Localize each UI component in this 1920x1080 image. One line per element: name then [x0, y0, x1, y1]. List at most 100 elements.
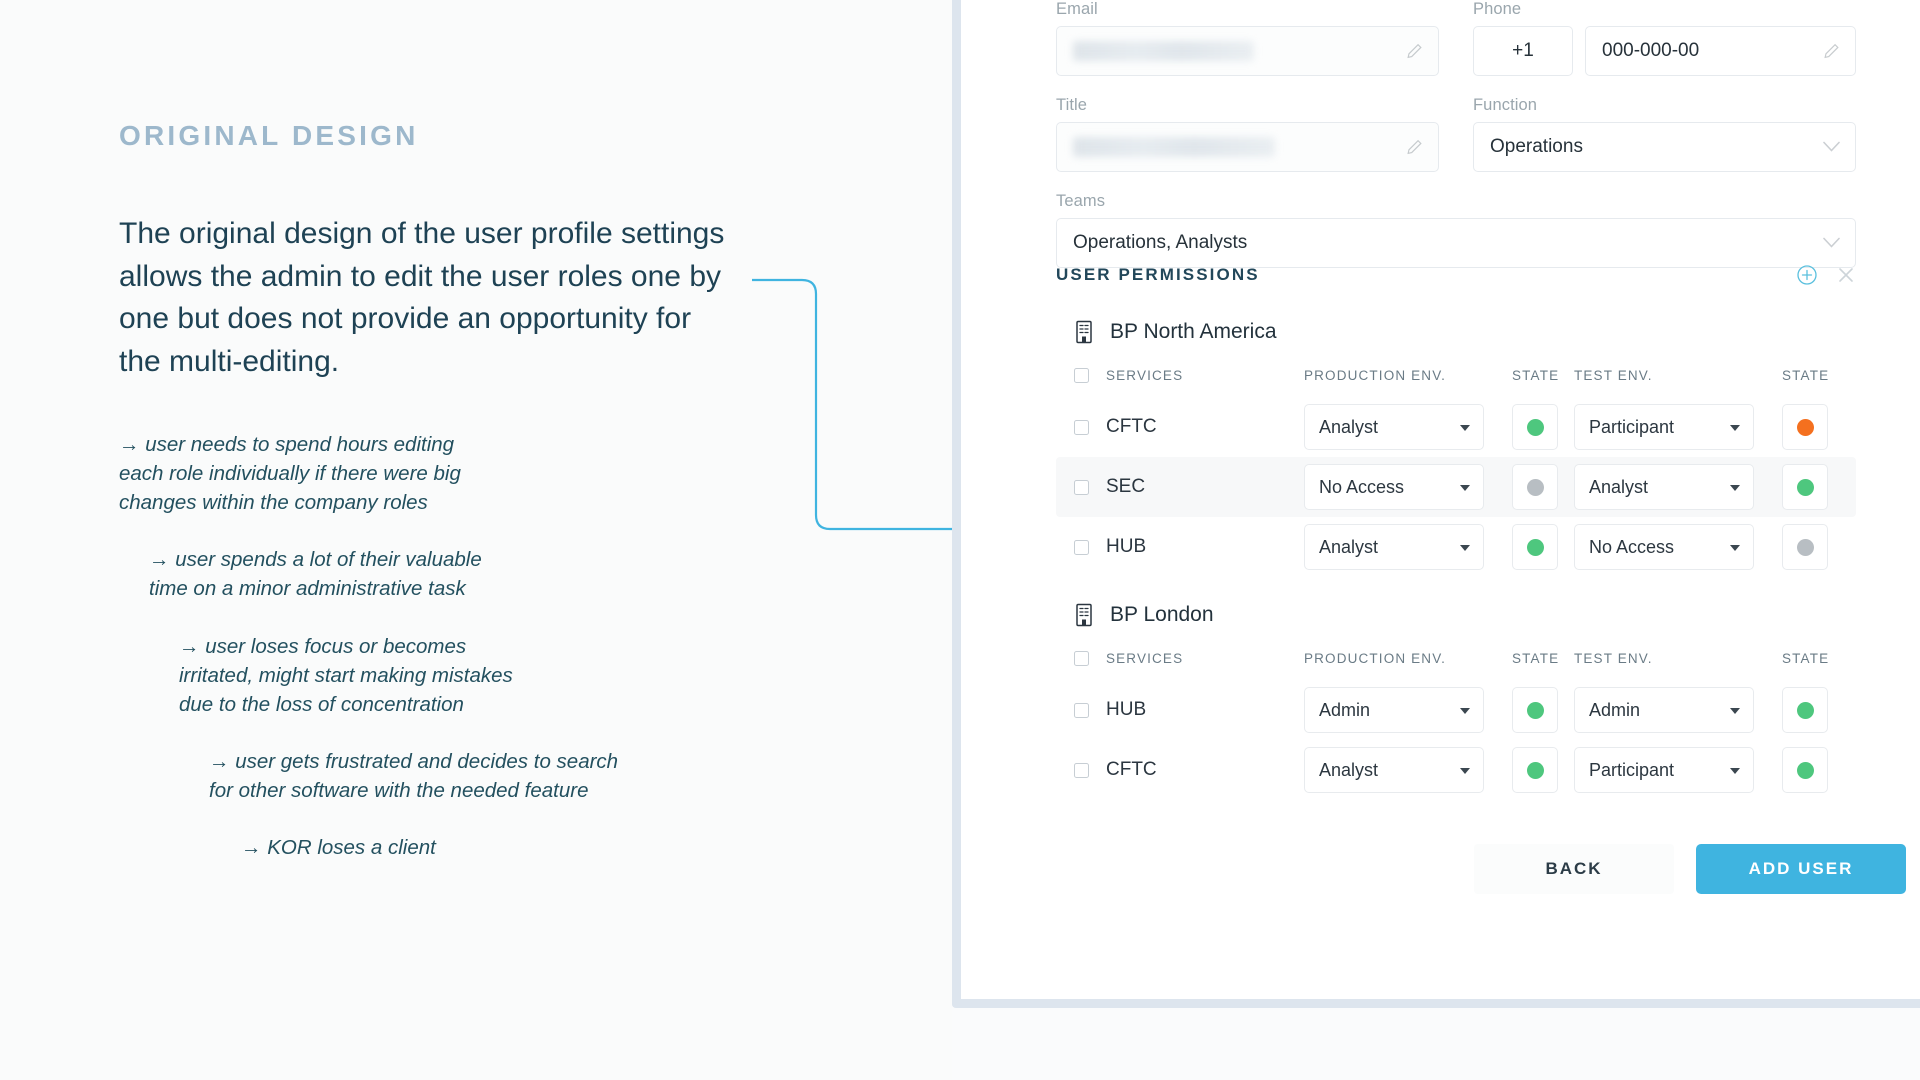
user-permissions-section: USER PERMISSIONS BP North America SERVIC…: [1056, 264, 1856, 800]
column-services-label: SERVICES: [1106, 651, 1184, 666]
organization-header: BP North America: [1074, 320, 1856, 344]
function-label: Function: [1473, 96, 1538, 114]
row-checkbox[interactable]: [1074, 762, 1089, 778]
caret-down-icon: [1730, 545, 1740, 551]
teams-select[interactable]: Operations, Analysts: [1056, 218, 1856, 268]
test-state-indicator: [1782, 464, 1828, 510]
row-checkbox[interactable]: [1074, 479, 1089, 495]
caret-down-icon: [1460, 545, 1470, 551]
column-production-state: STATE: [1512, 368, 1560, 383]
test-state-indicator: [1782, 747, 1828, 793]
select-all-checkbox[interactable]: [1074, 651, 1089, 666]
service-name: SEC: [1106, 476, 1146, 497]
building-icon: [1076, 320, 1092, 344]
pencil-icon[interactable]: [1405, 42, 1424, 61]
column-test-env: TEST ENV.: [1574, 651, 1653, 666]
email-field-group: Email: [1056, 0, 1439, 76]
user-permissions-header: USER PERMISSIONS: [1056, 264, 1856, 286]
column-test-state: STATE: [1782, 651, 1830, 666]
production-role-select[interactable]: No Access: [1304, 464, 1484, 510]
production-state-indicator: [1512, 747, 1558, 793]
test-role-select[interactable]: No Access: [1574, 524, 1754, 570]
phone-label: Phone: [1473, 0, 1522, 18]
phone-country-code-value: +1: [1512, 40, 1534, 61]
production-state-indicator: [1512, 464, 1558, 510]
row-checkbox[interactable]: [1074, 702, 1089, 718]
column-test-env: TEST ENV.: [1574, 368, 1653, 383]
test-role-value: No Access: [1589, 536, 1675, 557]
production-state-indicator: [1512, 687, 1558, 733]
test-role-select[interactable]: Analyst: [1574, 464, 1754, 510]
table-row[interactable]: HUB Admin Admin: [1056, 680, 1856, 740]
function-select[interactable]: Operations: [1473, 122, 1856, 172]
chain-item: → user gets frustrated and decides to se…: [209, 749, 619, 802]
back-button[interactable]: BACK: [1474, 844, 1674, 894]
building-icon: [1076, 603, 1092, 627]
table-row[interactable]: HUB Analyst No Access: [1056, 517, 1856, 577]
production-role-select[interactable]: Analyst: [1304, 404, 1484, 450]
title-input[interactable]: [1056, 122, 1439, 172]
function-field-group: Function Operations: [1473, 96, 1856, 172]
row-checkbox[interactable]: [1074, 419, 1089, 435]
phone-country-code-select[interactable]: +1: [1473, 26, 1573, 76]
email-redacted-value: [1073, 41, 1255, 61]
organization-name: BP London: [1110, 603, 1214, 626]
email-input[interactable]: [1056, 26, 1439, 76]
production-role-select[interactable]: Analyst: [1304, 747, 1484, 793]
close-icon[interactable]: [1836, 265, 1856, 285]
phone-number-input[interactable]: 000-000-00: [1585, 26, 1856, 76]
test-role-value: Participant: [1589, 759, 1675, 780]
teams-label: Teams: [1056, 192, 1106, 210]
organization-header: BP London: [1074, 603, 1856, 627]
caret-down-icon: [1460, 708, 1470, 714]
column-test-state: STATE: [1782, 368, 1830, 383]
add-user-button[interactable]: ADD USER: [1696, 844, 1906, 894]
caret-down-icon: [1730, 485, 1740, 491]
test-role-select[interactable]: Participant: [1574, 747, 1754, 793]
chain-item: → KOR loses a client: [241, 836, 436, 860]
chain-item: → user spends a lot of their valuable ti…: [149, 548, 482, 601]
column-services: SERVICES: [1056, 645, 1304, 680]
production-state-indicator: [1512, 404, 1558, 450]
email-label: Email: [1056, 0, 1098, 18]
service-name: CFTC: [1106, 416, 1157, 437]
title-field-group: Title: [1056, 96, 1439, 172]
phone-field-group: Phone +1 000-000-00: [1473, 0, 1856, 76]
phone-number-value: 000-000-00: [1602, 40, 1700, 61]
chevron-down-icon: [1823, 141, 1840, 152]
test-state-indicator: [1782, 524, 1828, 570]
select-all-checkbox[interactable]: [1074, 368, 1089, 383]
page-description: The original design of the user profile …: [119, 217, 725, 378]
table-row[interactable]: SEC No Access Analyst: [1056, 457, 1856, 517]
production-role-select[interactable]: Analyst: [1304, 524, 1484, 570]
test-role-select[interactable]: Admin: [1574, 687, 1754, 733]
column-production-env: PRODUCTION ENV.: [1304, 651, 1447, 666]
plus-circle-icon[interactable]: [1796, 264, 1818, 286]
user-details-form: Email Phone +1 000-000-00 Title Function…: [1056, 0, 1856, 288]
screenshot-root: ORIGINAL DESIGN The original design of t…: [0, 0, 1920, 1080]
form-footer: BACK ADD USER: [1474, 844, 1906, 894]
permissions-table: SERVICES PRODUCTION ENV. STATE TEST ENV.…: [1056, 362, 1856, 577]
table-row[interactable]: CFTC Analyst Participant: [1056, 740, 1856, 800]
test-role-value: Analyst: [1589, 476, 1649, 497]
production-role-value: No Access: [1319, 476, 1405, 497]
pencil-icon[interactable]: [1405, 138, 1424, 157]
table-header-row: SERVICES PRODUCTION ENV. STATE TEST ENV.…: [1056, 362, 1856, 397]
test-state-indicator: [1782, 404, 1828, 450]
caret-down-icon: [1730, 768, 1740, 774]
chevron-down-icon: [1823, 237, 1840, 248]
test-role-value: Admin: [1589, 699, 1641, 720]
function-value: Operations: [1490, 136, 1583, 157]
test-role-select[interactable]: Participant: [1574, 404, 1754, 450]
table-header-row: SERVICES PRODUCTION ENV. STATE TEST ENV.…: [1056, 645, 1856, 680]
production-role-select[interactable]: Admin: [1304, 687, 1484, 733]
table-row[interactable]: CFTC Analyst Participant: [1056, 397, 1856, 457]
row-checkbox[interactable]: [1074, 539, 1089, 555]
caret-down-icon: [1730, 708, 1740, 714]
test-state-indicator: [1782, 687, 1828, 733]
teams-value: Operations, Analysts: [1073, 232, 1248, 253]
pencil-icon[interactable]: [1822, 42, 1841, 61]
caret-down-icon: [1730, 425, 1740, 431]
column-production-state: STATE: [1512, 651, 1560, 666]
production-state-indicator: [1512, 524, 1558, 570]
